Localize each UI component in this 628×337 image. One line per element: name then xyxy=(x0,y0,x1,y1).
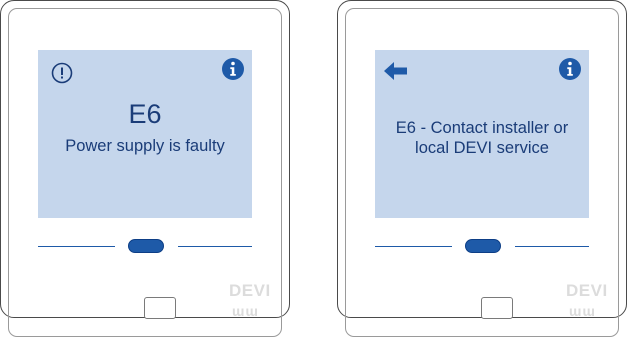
info-icon[interactable] xyxy=(558,57,582,86)
error-message-line2: local DEVI service xyxy=(415,139,549,157)
slider-handle[interactable] xyxy=(465,239,501,253)
bottom-key[interactable] xyxy=(144,297,176,319)
slider-track-right xyxy=(515,246,589,247)
slider-track-left xyxy=(38,246,115,247)
slider-track-left xyxy=(375,246,452,247)
slider-control[interactable] xyxy=(38,237,252,267)
error-message: Power supply is faulty xyxy=(65,137,225,155)
error-message-line1: E6 - Contact installer or xyxy=(395,119,569,137)
logo-text: DEVI xyxy=(566,281,608,300)
thermostat-right: E6 - Contact installer or local DEVI ser… xyxy=(337,0,627,337)
slider-handle[interactable] xyxy=(128,239,164,253)
alert-icon[interactable] xyxy=(51,62,73,89)
error-code: E6 xyxy=(128,99,162,129)
logo-mark: ɯɯ xyxy=(569,303,596,319)
logo-text: DEVI xyxy=(229,281,271,300)
devi-logo: DEVI ɯɯ xyxy=(229,281,289,321)
slider-track-right xyxy=(178,246,252,247)
bottom-key[interactable] xyxy=(481,297,513,319)
thermostat-left: E6 Power supply is faulty DEVI ɯɯ xyxy=(0,0,290,337)
display-screen: E6 - Contact installer or local DEVI ser… xyxy=(375,50,589,218)
devi-logo: DEVI ɯɯ xyxy=(566,281,626,321)
display-screen: E6 Power supply is faulty xyxy=(38,50,252,218)
logo-mark: ɯɯ xyxy=(232,303,259,319)
back-arrow-icon[interactable] xyxy=(383,61,409,86)
info-icon[interactable] xyxy=(221,57,245,86)
slider-control[interactable] xyxy=(375,237,589,267)
